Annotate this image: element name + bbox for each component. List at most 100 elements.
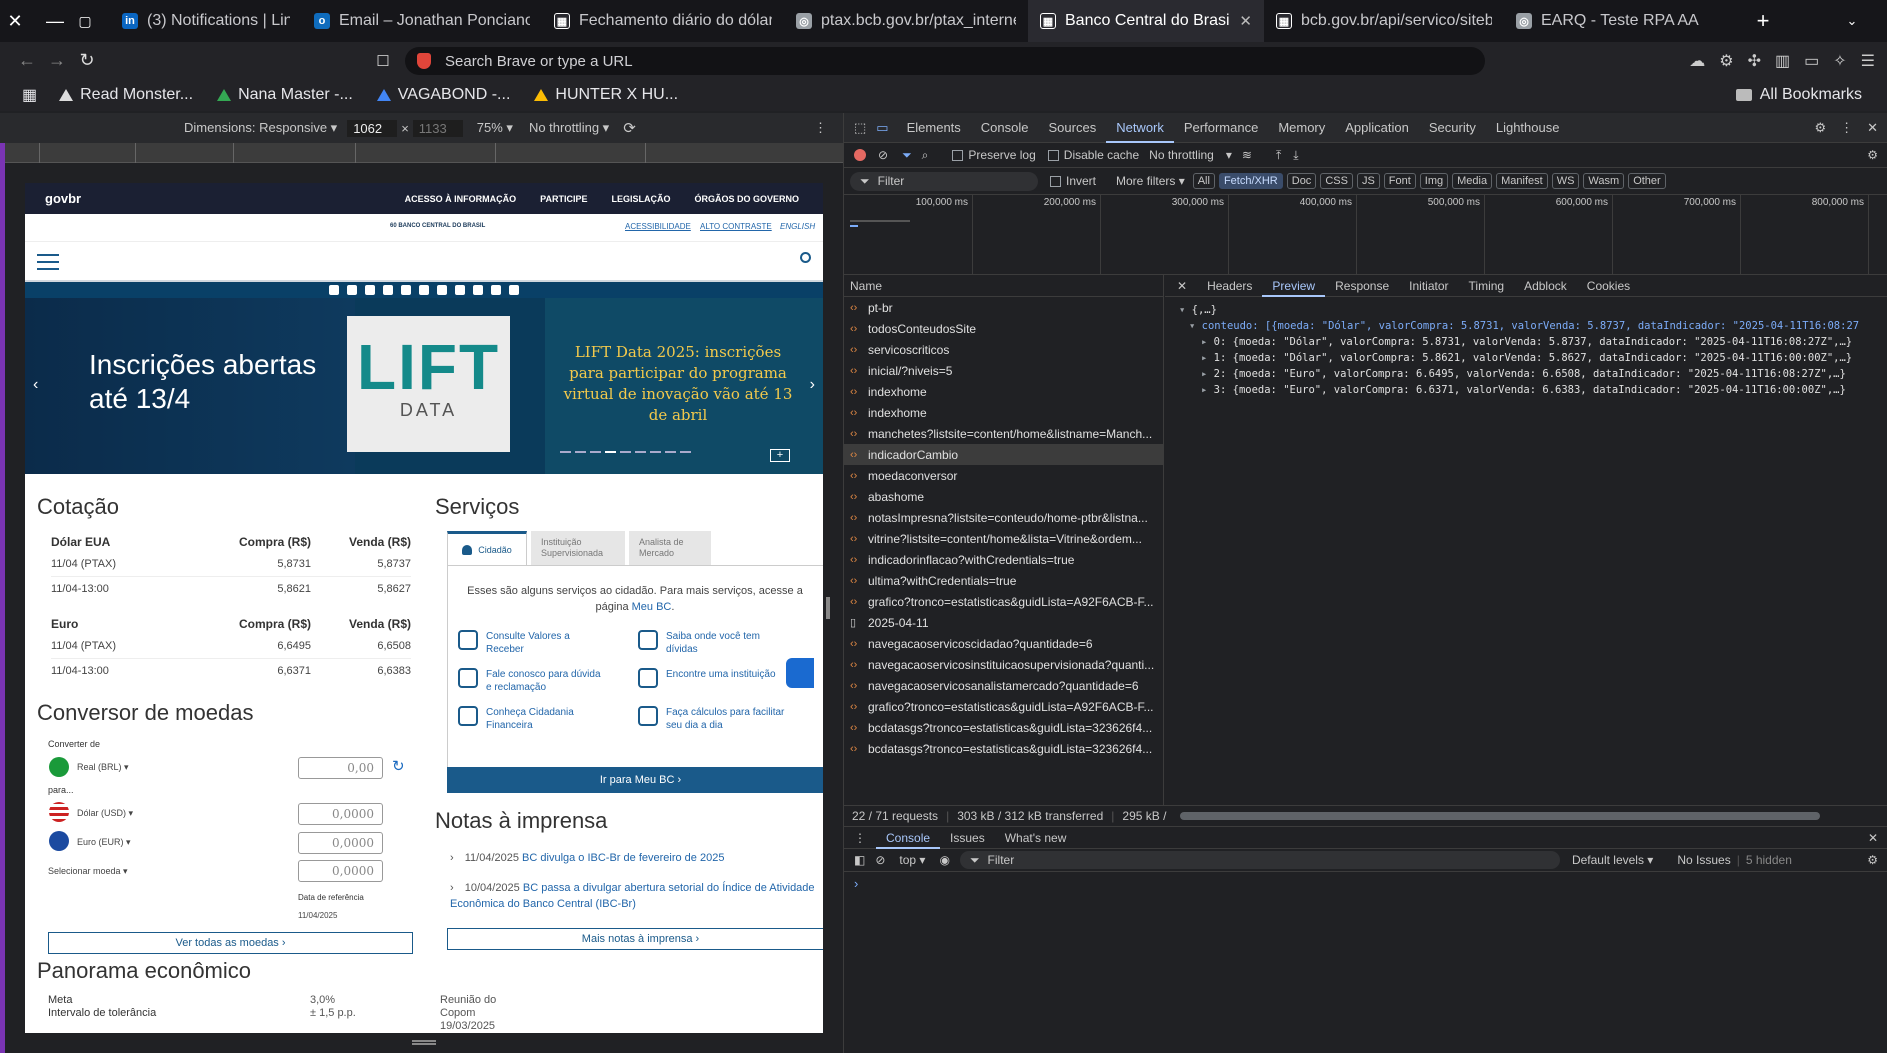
request-row[interactable]: ‹› abashome <box>844 486 1164 507</box>
resize-handle-icon[interactable] <box>826 597 830 619</box>
hamburger-menu-icon[interactable] <box>37 254 59 270</box>
x-icon[interactable] <box>347 285 357 295</box>
network-settings-icon[interactable]: ⚙ <box>1867 148 1878 162</box>
json-array-item[interactable]: ▸ 0: {moeda: "Dólar", valorCompra: 5.873… <box>1201 334 1852 350</box>
bookmark-page-icon[interactable]: ☐ <box>368 52 398 70</box>
request-row[interactable]: ‹› manchetes?listsite=content/home&listna… <box>844 423 1164 444</box>
filter-input[interactable]: ⏷ Filter <box>850 171 1038 191</box>
rotate-icon[interactable]: ⟳ <box>623 119 636 137</box>
default-levels-select[interactable]: Default levels ▾ <box>1572 853 1653 867</box>
console-prompt[interactable]: › <box>854 876 1878 891</box>
devtools-tab-performance[interactable]: Performance <box>1174 113 1268 143</box>
browser-tab[interactable]: ◎ EARQ - Teste RPA AA <box>1504 0 1744 42</box>
network-throttle-select[interactable]: No throttling <box>1149 148 1214 162</box>
type-filter-chip[interactable]: JS <box>1356 173 1380 189</box>
json-root[interactable]: ▾ {,…} <box>1179 302 1217 318</box>
threads-icon[interactable] <box>419 285 429 295</box>
browser-tab[interactable]: ▦ bcb.gov.br/api/servico/sitebc <box>1264 0 1504 42</box>
nota-item[interactable]: › 10/04/2025 BC passa a divulgar abertur… <box>450 880 820 912</box>
bookmark-item[interactable]: VAGABOND -... <box>376 86 510 104</box>
drawer-tab[interactable]: Console <box>876 827 941 849</box>
request-row[interactable]: ‹› navegacaoservicosanalistamercado?quant… <box>844 675 1164 696</box>
resize-handle-bottom-icon[interactable] <box>412 1040 436 1045</box>
type-filter-chip[interactable]: Font <box>1383 173 1416 189</box>
tab-search-icon[interactable]: ⌄ <box>1837 0 1867 42</box>
rss-icon[interactable] <box>491 285 501 295</box>
request-row[interactable]: ‹› navegacaoservicoscidadao?quantidade=6 <box>844 633 1164 654</box>
leo-icon[interactable]: ✧ <box>1833 51 1846 71</box>
clear-console-icon[interactable]: ⊘ <box>875 853 885 867</box>
bookmark-item[interactable]: Nana Master -... <box>217 86 353 104</box>
request-row[interactable]: ‹› moedaconversor <box>844 465 1164 486</box>
browser-tab[interactable]: ◎ ptax.bcb.gov.br/ptax_interne <box>784 0 1028 42</box>
vpn-icon[interactable]: ☁ <box>1689 51 1705 71</box>
browser-tab[interactable]: ▦ Banco Central do Brasil ✕ <box>1028 0 1264 42</box>
linkedin-icon[interactable] <box>455 285 465 295</box>
flickr-icon[interactable] <box>437 285 447 295</box>
type-filter-chip[interactable]: Doc <box>1286 173 1317 189</box>
height-input[interactable]: 1133 <box>412 119 463 137</box>
horizontal-scrollbar[interactable] <box>1180 812 1821 820</box>
type-filter-chip[interactable]: CSS <box>1320 173 1353 189</box>
no-issues-label[interactable]: No Issues <box>1677 853 1730 867</box>
close-devtools-icon[interactable]: ✕ <box>1867 120 1878 136</box>
facebook-icon[interactable] <box>365 285 375 295</box>
request-row[interactable]: ‹› inicial/?niveis=5 <box>844 360 1164 381</box>
omnibox[interactable]: Search Brave or type a URL <box>405 47 1485 75</box>
ir-para-meu-bc-button[interactable]: Ir para Meu BC › <box>447 767 823 793</box>
request-row[interactable]: ‹› indicadorCambio <box>844 444 1164 465</box>
devtools-tab-elements[interactable]: Elements <box>897 113 971 143</box>
request-row[interactable]: ‹› vitrine?listsite=content/home&lista=Vi… <box>844 528 1164 549</box>
from-currency-select[interactable]: Real (BRL) ▾ <box>77 762 129 773</box>
servico-item[interactable]: Consulte Valores a Receber <box>458 630 638 656</box>
browser-tab[interactable]: in (3) Notifications | LinkedIn <box>110 0 302 42</box>
dimensions-dropdown[interactable]: Dimensions: Responsive ▾ <box>184 120 337 136</box>
vlibras-icon[interactable] <box>786 658 814 688</box>
accessibility-link[interactable]: ACESSIBILIDADE <box>625 222 691 231</box>
wallet-icon[interactable]: ▭ <box>1804 51 1819 71</box>
type-filter-chip[interactable]: Img <box>1419 173 1449 189</box>
ver-todas-moedas-button[interactable]: Ver todas as moedas › <box>48 932 413 954</box>
request-row[interactable]: ‹› indexhome <box>844 381 1164 402</box>
request-row[interactable]: ‹› todosConteudosSite <box>844 318 1164 339</box>
device-toggle-icon[interactable]: ▭ <box>876 120 888 136</box>
request-row[interactable]: ‹› servicoscriticos <box>844 339 1164 360</box>
type-filter-chip[interactable]: Fetch/XHR <box>1218 173 1283 189</box>
close-window-icon[interactable]: ✕ <box>0 0 30 42</box>
export-har-icon[interactable]: ⤓ <box>1293 148 1298 163</box>
zoom-dropdown[interactable]: 75% ▾ <box>477 120 513 136</box>
apps-grid-icon[interactable]: ▦ <box>22 85 37 105</box>
devtools-tab-security[interactable]: Security <box>1419 113 1486 143</box>
request-row[interactable]: ‹› bcdatasgs?tronco=estatisticas&guidList… <box>844 738 1164 759</box>
mais-notas-button[interactable]: Mais notas à imprensa › <box>447 928 823 950</box>
json-array-item[interactable]: ▸ 2: {moeda: "Euro", valorCompra: 6.6495… <box>1201 366 1852 382</box>
servico-item[interactable]: Conheça Cidadania Financeira <box>458 706 638 732</box>
govbr-logo[interactable]: govbr <box>45 191 81 206</box>
reload-icon[interactable]: ↻ <box>72 50 102 71</box>
new-tab-icon[interactable]: + <box>1748 0 1778 42</box>
carousel-next-icon[interactable]: › <box>810 376 815 394</box>
console-settings-icon[interactable]: ⚙ <box>1867 853 1878 867</box>
bookmark-item[interactable]: Read Monster... <box>59 86 193 104</box>
to-currency-select[interactable]: Euro (EUR) ▾ <box>77 837 131 848</box>
close-tab-icon[interactable]: ✕ <box>1239 12 1252 30</box>
tab-instituicao[interactable]: Instituição Supervisionada <box>531 531 625 565</box>
type-filter-chip[interactable]: All <box>1192 173 1215 189</box>
extensions-icon[interactable]: ✣ <box>1748 51 1761 71</box>
gov-menu-item[interactable]: ÓRGÃOS DO GOVERNO <box>694 194 799 204</box>
servico-item[interactable]: Faça cálculos para facilitar seu dia a d… <box>638 706 818 732</box>
type-filter-chip[interactable]: Manifest <box>1496 173 1548 189</box>
details-tab-initiator[interactable]: Initiator <box>1399 275 1458 297</box>
context-select[interactable]: top ▾ <box>899 853 925 867</box>
throttle-dropdown[interactable]: No throttling ▾ <box>529 120 609 136</box>
youtube-icon[interactable] <box>329 285 339 295</box>
close-details-icon[interactable]: ✕ <box>1177 279 1187 293</box>
details-tab-timing[interactable]: Timing <box>1459 275 1515 297</box>
request-row[interactable]: ▯ 2025-04-11 <box>844 612 1164 633</box>
inspect-icon[interactable]: ⬚ <box>854 120 866 136</box>
carousel-dots[interactable] <box>560 451 691 453</box>
servico-item[interactable]: Fale conosco para dúvida e reclamação <box>458 668 638 694</box>
filter-icon[interactable]: ⏷ <box>902 148 912 163</box>
width-input[interactable]: 1062 <box>347 119 398 137</box>
request-row[interactable]: ‹› grafico?tronco=estatisticas&guidLista=… <box>844 696 1164 717</box>
